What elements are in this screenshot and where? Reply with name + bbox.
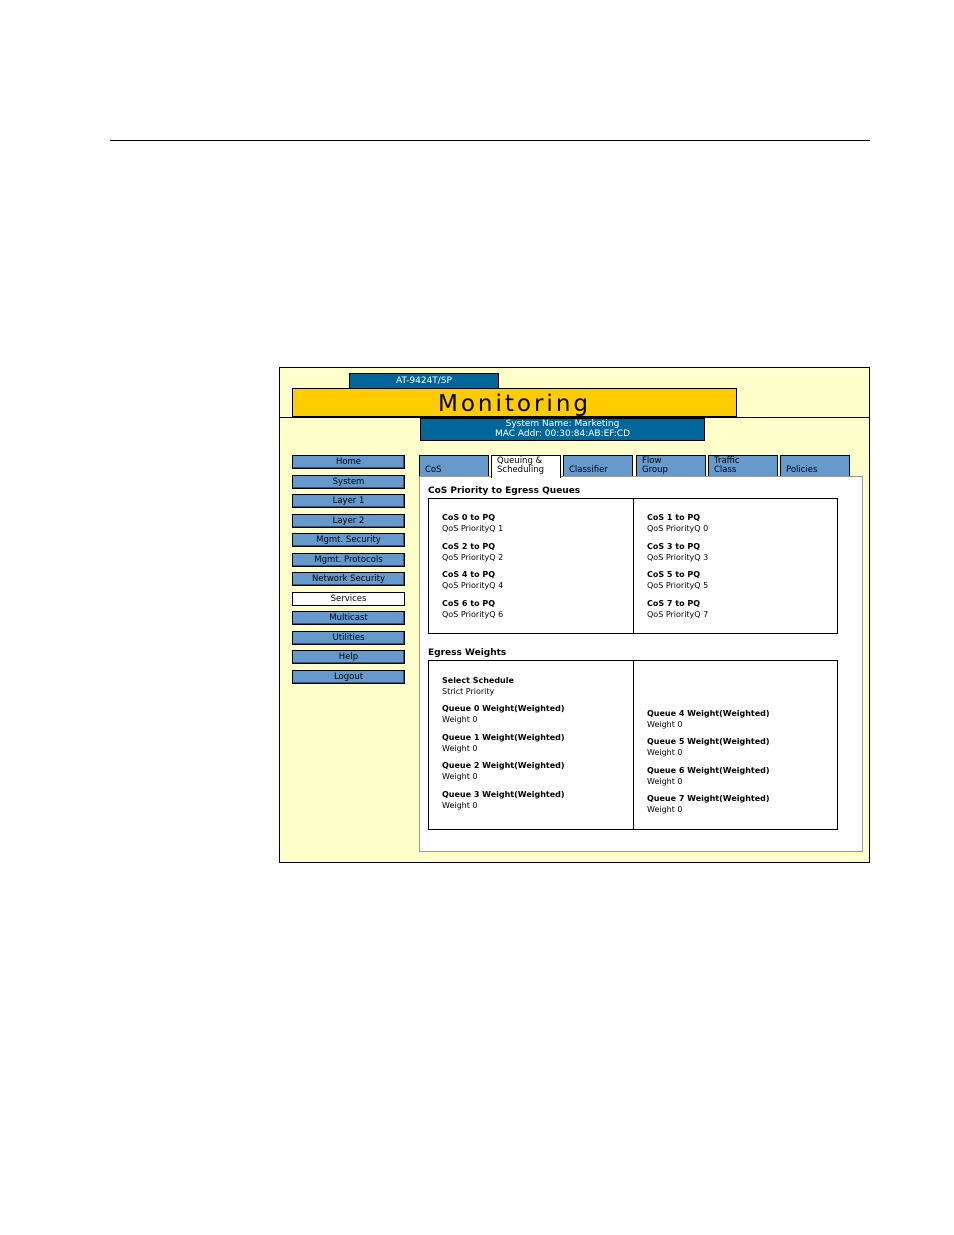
queue-weight-item: Queue 4 Weight(Weighted) Weight 0 bbox=[647, 709, 770, 729]
device-model-label: AT-9424T/SP bbox=[349, 373, 499, 389]
cos-mapping-item: CoS 4 to PQ QoS PriorityQ 4 bbox=[442, 570, 504, 590]
web-interface-frame: AT-9424T/SP Monitoring System Name: Mark… bbox=[279, 367, 870, 863]
cos-mapping-item: CoS 6 to PQ QoS PriorityQ 6 bbox=[442, 599, 504, 619]
cos-mapping-item: CoS 2 to PQ QoS PriorityQ 2 bbox=[442, 542, 504, 562]
system-info-bar: System Name: Marketing MAC Addr: 00:30:8… bbox=[420, 418, 705, 441]
cos-mapping-item: CoS 1 to PQ QoS PriorityQ 0 bbox=[647, 513, 709, 533]
queue-weight-item: Queue 5 Weight(Weighted) Weight 0 bbox=[647, 737, 770, 757]
queue-weight-item: Queue 2 Weight(Weighted) Weight 0 bbox=[442, 761, 565, 781]
nav-services-button[interactable]: Services bbox=[292, 592, 405, 606]
cos-mapping-table: CoS 0 to PQ QoS PriorityQ 1 CoS 1 to PQ … bbox=[428, 498, 838, 634]
queue-weight-item: Queue 1 Weight(Weighted) Weight 0 bbox=[442, 733, 565, 753]
nav-layer2-button[interactable]: Layer 2 bbox=[292, 514, 405, 528]
nav-home-button[interactable]: Home bbox=[292, 455, 405, 469]
cos-mapping-item: CoS 0 to PQ QoS PriorityQ 1 bbox=[442, 513, 504, 533]
select-schedule-item: Select Schedule Strict Priority bbox=[442, 676, 514, 696]
queue-weight-item: Queue 6 Weight(Weighted) Weight 0 bbox=[647, 766, 770, 786]
nav-multicast-button[interactable]: Multicast bbox=[292, 611, 405, 625]
cos-mapping-item: CoS 5 to PQ QoS PriorityQ 5 bbox=[647, 570, 709, 590]
tab-queuing-scheduling[interactable]: Queuing & Scheduling bbox=[491, 455, 561, 478]
page-title-banner: Monitoring bbox=[292, 388, 737, 417]
nav-system-button[interactable]: System bbox=[292, 475, 405, 489]
column-divider bbox=[633, 499, 634, 633]
nav-utilities-button[interactable]: Utilities bbox=[292, 631, 405, 645]
tab-traffic-class[interactable]: Traffic Class bbox=[708, 455, 778, 476]
nav-layer1-button[interactable]: Layer 1 bbox=[292, 494, 405, 508]
queue-weight-item: Queue 7 Weight(Weighted) Weight 0 bbox=[647, 794, 770, 814]
content-panel: CoS Priority to Egress Queues CoS 0 to P… bbox=[419, 476, 863, 852]
nav-help-button[interactable]: Help bbox=[292, 650, 405, 664]
nav-logout-button[interactable]: Logout bbox=[292, 670, 405, 684]
nav-mgmt-protocols-button[interactable]: Mgmt. Protocols bbox=[292, 553, 405, 567]
nav-network-security-button[interactable]: Network Security bbox=[292, 572, 405, 586]
queue-weight-item: Queue 3 Weight(Weighted) Weight 0 bbox=[442, 790, 565, 810]
cos-mapping-item: CoS 3 to PQ QoS PriorityQ 3 bbox=[647, 542, 709, 562]
column-divider bbox=[633, 661, 634, 829]
egress-weights-table: Select Schedule Strict Priority Queue 0 … bbox=[428, 660, 838, 830]
mac-address: MAC Addr: 00:30:84:AB:EF:CD bbox=[495, 429, 630, 439]
egress-section-title: Egress Weights bbox=[428, 648, 507, 658]
cos-mapping-item: CoS 7 to PQ QoS PriorityQ 7 bbox=[647, 599, 709, 619]
tab-cos[interactable]: CoS bbox=[419, 455, 489, 476]
cos-section-title: CoS Priority to Egress Queues bbox=[428, 486, 581, 496]
nav-mgmt-security-button[interactable]: Mgmt. Security bbox=[292, 533, 405, 547]
queue-weight-item: Queue 0 Weight(Weighted) Weight 0 bbox=[442, 704, 565, 724]
page-header-rule bbox=[110, 140, 870, 141]
tab-classifier[interactable]: Classifier bbox=[563, 455, 633, 476]
system-name: System Name: Marketing bbox=[505, 419, 620, 429]
tab-flow-group[interactable]: Flow Group bbox=[636, 455, 706, 476]
tab-policies[interactable]: Policies bbox=[780, 455, 850, 476]
